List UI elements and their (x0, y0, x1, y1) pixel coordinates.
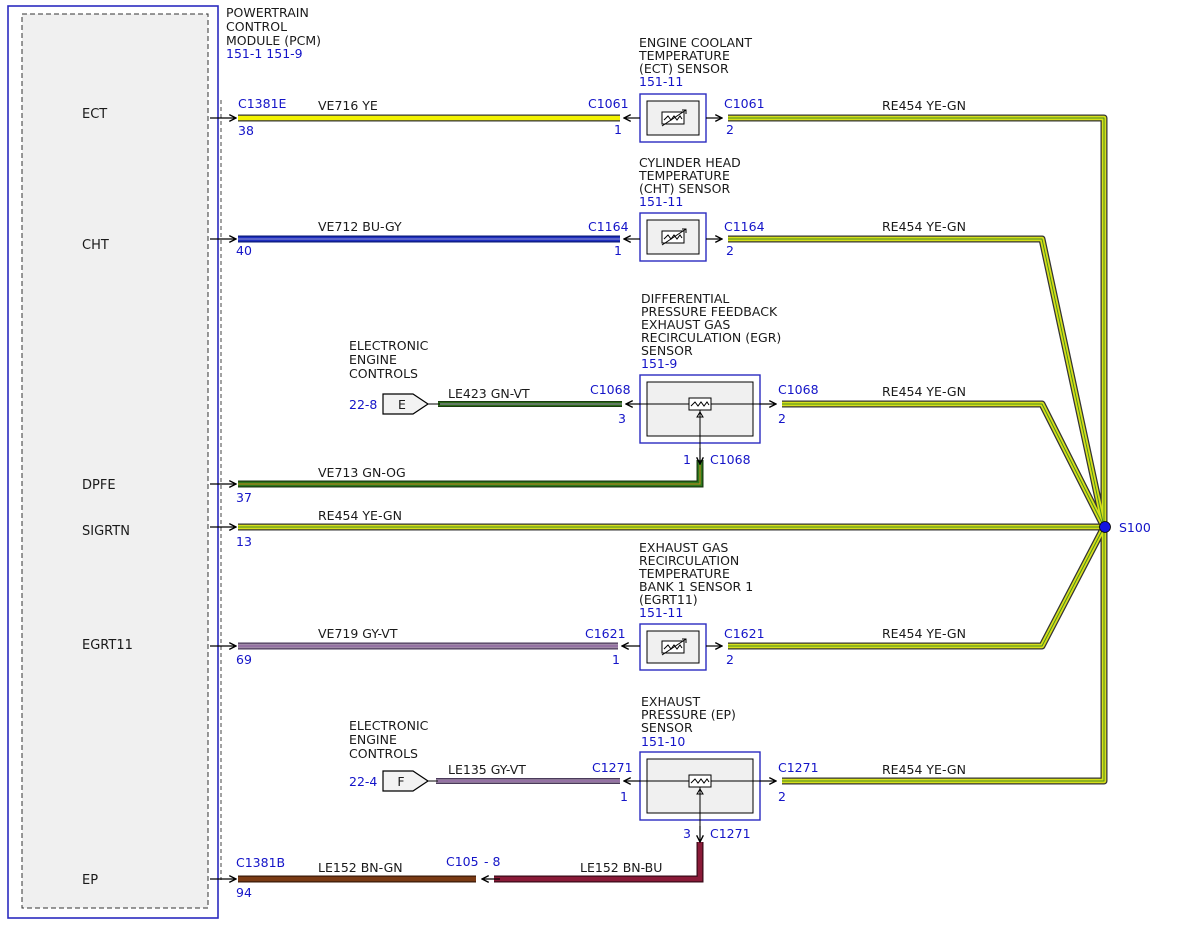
pcm-title-2: CONTROL (226, 19, 287, 34)
pin-c1164-1: 1 (614, 243, 622, 258)
pin-c1068-1: 1 (683, 452, 691, 467)
signal-egrt11: EGRT11 (82, 638, 133, 653)
ep-sensor-title-3: SENSOR (641, 720, 693, 735)
cht-sensor-ref: 151-11 (639, 194, 683, 209)
label-le423: LE423 GN-VT (448, 386, 530, 401)
label-re454-sigrtn: RE454 YE-GN (318, 508, 402, 523)
connector-e[interactable] (382, 393, 440, 415)
ext-title-bottom-2: ENGINE (349, 732, 397, 747)
conn-c1381b: C1381B (236, 855, 285, 870)
pin-c1061-2: 2 (726, 122, 734, 137)
ext-title-top-3: CONTROLS (349, 366, 418, 381)
label-le135: LE135 GY-VT (448, 762, 526, 777)
pcm-title-1: POWERTRAIN (226, 5, 309, 20)
wiring-diagram: POWERTRAIN CONTROL MODULE (PCM) 151-1 15… (7, 5, 1151, 919)
conn-c1621-left: C1621 (585, 626, 626, 641)
pin-c1164-2: 2 (726, 243, 734, 258)
egrt11-sensor[interactable] (639, 623, 707, 671)
pin-37: 37 (236, 490, 252, 505)
dpfe-sensor[interactable] (632, 374, 768, 458)
label-le152-bn-bu: LE152 BN-BU (580, 860, 662, 875)
pin-c1271-3: 3 (683, 826, 691, 841)
conn-c1164-right: C1164 (724, 219, 765, 234)
ep-sensor-ref: 151-10 (641, 734, 685, 749)
pin-c1271-2: 2 (778, 789, 786, 804)
conn-c1061-left: C1061 (588, 96, 629, 111)
signal-ect: ECT (82, 107, 107, 122)
connector-e-letter: E (398, 397, 406, 412)
conn-c1271-bottom: C1271 (710, 826, 751, 841)
ext-title-bottom-1: ELECTRONIC (349, 718, 429, 733)
pin-c1621-1: 1 (612, 652, 620, 667)
wire-ve713[interactable] (238, 460, 704, 488)
label-ve716: VE716 YE (318, 98, 378, 113)
signal-sigrtn: SIGRTN (82, 524, 130, 539)
signal-ep: EP (82, 873, 98, 888)
label-ve719: VE719 GY-VT (318, 626, 398, 641)
egrt11-sensor-ref: 151-11 (639, 605, 683, 620)
pcm-module[interactable] (7, 5, 219, 919)
connector-f-letter: F (397, 774, 404, 789)
conn-c1068-bottom: C1068 (710, 452, 751, 467)
label-ve713: VE713 GN-OG (318, 465, 406, 480)
conn-c1068-right: C1068 (778, 382, 819, 397)
pin-c1068-2: 2 (778, 411, 786, 426)
signal-cht: CHT (82, 238, 109, 253)
pin-c1061-1: 1 (614, 122, 622, 137)
conn-c105: C105 (446, 854, 479, 869)
label-re454-dpfe: RE454 YE-GN (882, 384, 966, 399)
pin-40: 40 (236, 243, 252, 258)
label-re454-cht: RE454 YE-GN (882, 219, 966, 234)
conn-c1381e: C1381E (238, 96, 287, 111)
conn-c105-pin: - 8 (484, 854, 500, 869)
label-re454-ep: RE454 YE-GN (882, 762, 966, 777)
ext-title-top-2: ENGINE (349, 352, 397, 367)
splice-s100[interactable] (1099, 521, 1111, 533)
signal-dpfe: DPFE (82, 478, 116, 493)
label-le152-bn-gn: LE152 BN-GN (318, 860, 403, 875)
pin-69: 69 (236, 652, 252, 667)
connector-f[interactable] (382, 770, 438, 792)
conn-c1068-left: C1068 (590, 382, 631, 397)
ect-sensor-ref: 151-11 (639, 74, 683, 89)
conn-c1164-left: C1164 (588, 219, 629, 234)
pcm-ref: 151-1 151-9 (226, 46, 303, 61)
pin-c1621-2: 2 (726, 652, 734, 667)
label-re454-egrt11: RE454 YE-GN (882, 626, 966, 641)
conn-c1271-right: C1271 (778, 760, 819, 775)
pin-c1271-1: 1 (620, 789, 628, 804)
conn-c1061-right: C1061 (724, 96, 765, 111)
pin-38: 38 (238, 123, 254, 138)
ect-sensor[interactable] (639, 93, 707, 143)
pin-94: 94 (236, 885, 252, 900)
label-ve712: VE712 BU-GY (318, 219, 402, 234)
ext-title-top-1: ELECTRONIC (349, 338, 429, 353)
pin-c1068-3: 3 (618, 411, 626, 426)
dpfe-sensor-ref: 151-9 (641, 356, 677, 371)
label-re454-ect: RE454 YE-GN (882, 98, 966, 113)
connector-e-ref: 22-8 (349, 397, 377, 412)
splice-label: S100 (1119, 520, 1151, 535)
connector-f-ref: 22-4 (349, 774, 377, 789)
conn-c1621-right: C1621 (724, 626, 765, 641)
ext-title-bottom-3: CONTROLS (349, 746, 418, 761)
cht-sensor[interactable] (639, 212, 707, 262)
pin-13: 13 (236, 534, 252, 549)
conn-c1271-left: C1271 (592, 760, 633, 775)
